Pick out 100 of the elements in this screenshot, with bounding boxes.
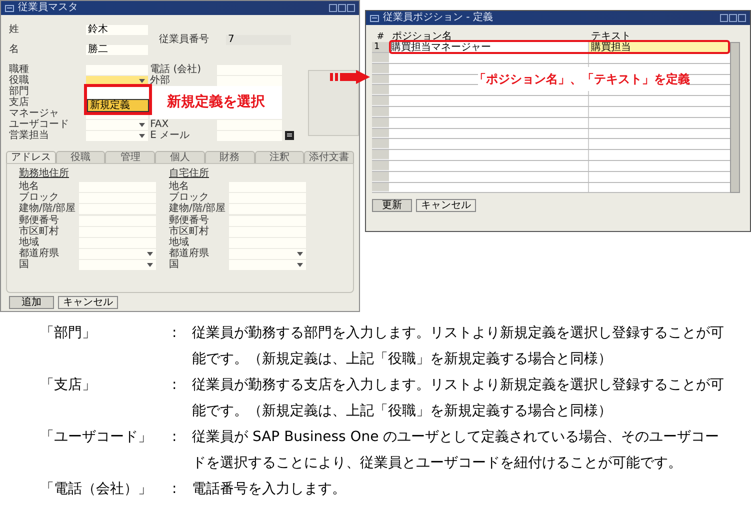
dropdown-field[interactable] <box>86 76 148 86</box>
dropdown-arrow-icon[interactable] <box>147 262 153 266</box>
dropdown-field[interactable] <box>86 130 148 140</box>
tab[interactable]: 注釈 <box>254 151 304 163</box>
row-header[interactable] <box>372 106 389 117</box>
row-header[interactable] <box>372 53 389 63</box>
field-label: 外部 <box>150 75 172 86</box>
row-header[interactable] <box>372 96 389 106</box>
row-header[interactable] <box>372 85 389 96</box>
term-label: 「支店」 <box>40 377 96 393</box>
field-label: FAX <box>150 119 170 130</box>
tab[interactable]: 財務 <box>204 151 255 163</box>
dropdown-field[interactable] <box>229 248 306 258</box>
field-label: 職種 <box>9 64 30 75</box>
input-field[interactable] <box>217 120 282 130</box>
window-controls-icon[interactable] <box>720 14 746 22</box>
tab[interactable]: アドレス <box>6 151 56 163</box>
field-label: 郵便番号 <box>169 215 210 226</box>
field-label: マネージャ <box>9 108 60 119</box>
arrow-drawing <box>330 70 370 84</box>
field-label: 市区町村 <box>169 226 210 237</box>
dropdown-arrow-icon[interactable] <box>297 252 303 256</box>
description-text: 従業員が SAP Business One のユーザとして定義されている場合、そのユーザコードを選択することにより、従業員とユーザコードを紐付けることが可能です。 <box>192 428 720 473</box>
dropdown-arrow-icon[interactable] <box>139 122 145 126</box>
description-text: 電話番号を入力します。 <box>192 480 347 499</box>
field-label: 電話 (会社) <box>150 64 202 75</box>
dropdown-arrow-icon[interactable] <box>139 78 145 82</box>
description-text: 従業員が勤務する支店を入力します。リストより新規定義を選択し登録することが可能です。（新規定義は、上記「役職」を新規定義する場合と同様） <box>192 376 725 421</box>
dropdown-arrow-icon[interactable] <box>147 252 153 256</box>
input-field[interactable] <box>217 76 282 86</box>
input-field: 7 <box>226 34 291 44</box>
field-label: 姓 <box>9 24 20 35</box>
field-label: 国 <box>169 259 180 270</box>
field-label: 都道府県 <box>169 248 210 259</box>
field-label: 役職 <box>9 75 30 86</box>
term-label: 「ユーザコード」 <box>40 429 152 445</box>
field-label: 従業員番号 <box>159 34 210 45</box>
field-label: ブロック <box>169 192 209 203</box>
table-cell[interactable]: 購買担当 <box>589 42 730 52</box>
dropdown-field[interactable] <box>229 260 306 270</box>
callout-text: 新規定義を選択 <box>167 92 266 112</box>
column-header: # <box>376 32 386 42</box>
row-header[interactable] <box>372 64 389 74</box>
window-icon <box>370 14 379 22</box>
row-header[interactable] <box>372 182 389 192</box>
callout-text: 「ポジション名」、「テキスト」を定義 <box>474 71 690 88</box>
field-label: 市区町村 <box>19 226 60 237</box>
dropdown-arrow-icon[interactable] <box>297 262 303 266</box>
dialog-button[interactable]: キャンセル <box>416 199 476 212</box>
field-label: 名 <box>9 44 20 55</box>
row-header[interactable] <box>372 160 389 171</box>
dropdown-field[interactable] <box>79 260 156 270</box>
field-label: 地名 <box>169 181 190 192</box>
column-header: テキスト <box>590 32 632 42</box>
tab[interactable]: 添付文書 <box>304 151 354 163</box>
field-label: 支店 <box>9 97 30 108</box>
input-field[interactable]: 鈴木 <box>86 24 148 34</box>
dialog-button[interactable]: 更新 <box>372 199 412 212</box>
separator: : <box>172 480 178 499</box>
tab[interactable]: 管理 <box>105 151 156 163</box>
section-heading: 自宅住所 <box>169 168 210 180</box>
input-field[interactable]: 勝二 <box>86 44 148 54</box>
row-header[interactable] <box>372 118 389 128</box>
dropdown-option[interactable]: 新規定義 <box>87 99 149 112</box>
input-field[interactable] <box>86 64 148 74</box>
field-label: 郵便番号 <box>19 215 60 226</box>
window-title: 従業員ポジション - 定義 <box>383 12 493 24</box>
description-text: 従業員が勤務する部門を入力します。リストより新規定義を選択し登録することが可能です。（新規定義は、上記「役職」を新規定義する場合と同様） <box>192 324 725 369</box>
dropdown-field[interactable] <box>86 120 148 130</box>
separator: : <box>172 428 178 447</box>
field-label: 建物/階/部屋 <box>19 203 77 214</box>
field-label: 都道府県 <box>19 248 60 259</box>
window-controls-icon[interactable] <box>329 4 355 12</box>
row-header[interactable] <box>372 128 389 138</box>
dropdown-arrow-icon[interactable] <box>139 134 145 138</box>
dialog-button[interactable]: キャンセル <box>58 296 118 309</box>
square-icon[interactable] <box>285 131 294 140</box>
row-header[interactable] <box>372 172 389 182</box>
field-label: 営業担当 <box>9 130 50 141</box>
dialog-button[interactable]: 追加 <box>9 296 54 309</box>
dropdown-field[interactable] <box>79 248 156 258</box>
field-label: 地域 <box>169 237 189 248</box>
field-label: 国 <box>19 259 30 270</box>
field-label: ブロック <box>19 192 59 203</box>
tab[interactable]: 個人 <box>155 151 205 163</box>
field-label: ユーザコード <box>9 119 70 130</box>
row-header[interactable] <box>372 139 389 150</box>
term-label: 「部門」 <box>40 325 96 341</box>
separator: : <box>172 376 178 395</box>
column-header: ポジション名 <box>391 32 453 42</box>
field-label: 地域 <box>19 237 39 248</box>
row-number[interactable]: 1 <box>372 42 389 52</box>
field-label: 建物/階/部屋 <box>169 203 227 214</box>
scrollbar[interactable] <box>730 42 740 194</box>
field-label: 地名 <box>19 181 40 192</box>
row-header[interactable] <box>372 74 389 84</box>
field-label: 部門 <box>9 86 30 97</box>
term-label: 「電話（会社）」 <box>40 481 152 497</box>
row-header[interactable] <box>372 150 389 160</box>
tab[interactable]: 役職 <box>56 151 106 163</box>
